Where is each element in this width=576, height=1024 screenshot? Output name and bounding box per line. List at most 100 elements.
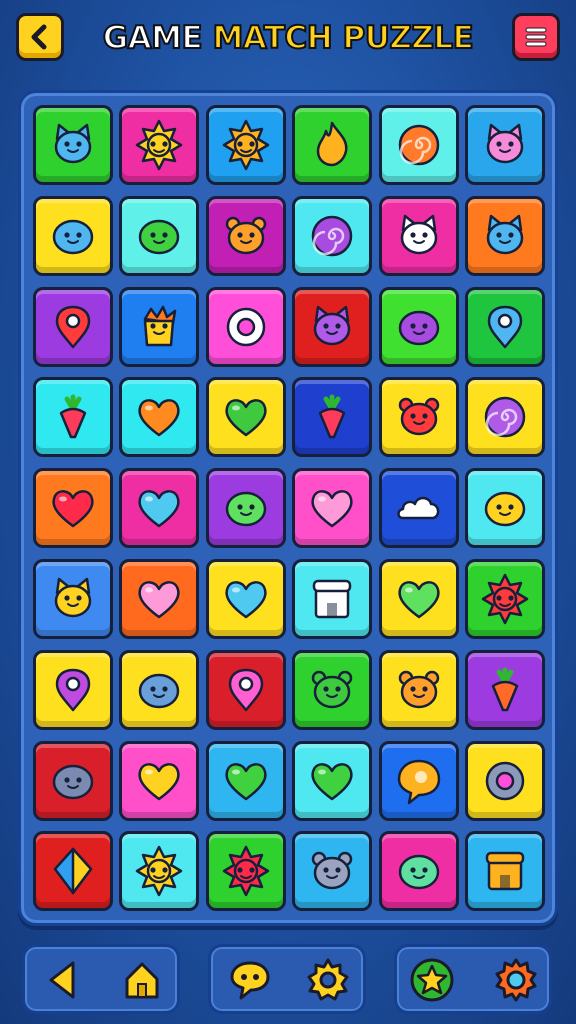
game-tile[interactable] bbox=[205, 831, 286, 912]
game-tile[interactable] bbox=[119, 740, 200, 821]
chat-button[interactable] bbox=[225, 955, 275, 1005]
pink-heart-icon bbox=[311, 490, 353, 528]
game-tile[interactable] bbox=[205, 286, 286, 367]
menu-button[interactable] bbox=[512, 13, 560, 61]
top-bar: GAME MATCH PUZZLE bbox=[0, 0, 576, 80]
settings-sun-button[interactable] bbox=[303, 955, 353, 1005]
game-tile[interactable] bbox=[465, 831, 545, 912]
game-tile[interactable] bbox=[378, 740, 459, 821]
game-tile[interactable] bbox=[33, 105, 113, 185]
game-tile[interactable] bbox=[119, 649, 200, 730]
game-tile[interactable] bbox=[119, 468, 200, 549]
home-button[interactable] bbox=[117, 955, 167, 1005]
red-radish-icon bbox=[318, 394, 346, 439]
game-tile[interactable] bbox=[119, 377, 200, 458]
white-gear-ring-icon bbox=[226, 307, 266, 346]
game-tile[interactable] bbox=[119, 286, 200, 367]
back-button[interactable] bbox=[16, 13, 64, 61]
green-round-face-icon bbox=[225, 491, 267, 527]
game-tile[interactable] bbox=[205, 468, 286, 549]
game-tile[interactable] bbox=[33, 195, 113, 276]
orange-bear-face-icon bbox=[398, 670, 439, 709]
pink-pig-face-icon bbox=[486, 123, 524, 164]
title-part-game: GAME bbox=[102, 19, 204, 57]
game-tile[interactable] bbox=[292, 468, 373, 549]
green-heart-icon bbox=[225, 762, 267, 800]
pink-gem-icon bbox=[228, 668, 264, 712]
home-icon bbox=[125, 962, 159, 999]
red-flower-face-icon bbox=[222, 846, 270, 897]
game-tile[interactable] bbox=[205, 195, 286, 276]
game-tile[interactable] bbox=[465, 105, 545, 185]
orange-sun-face-icon bbox=[222, 119, 270, 171]
game-tile[interactable] bbox=[119, 195, 200, 276]
blue-pin-bubble-icon bbox=[487, 305, 523, 348]
game-tile[interactable] bbox=[378, 559, 459, 639]
blue-seal-face-icon bbox=[139, 673, 180, 709]
chat-bubble-icon bbox=[230, 961, 270, 1000]
game-tile[interactable] bbox=[205, 105, 286, 185]
game-tile[interactable] bbox=[205, 377, 286, 458]
game-tile[interactable] bbox=[119, 559, 200, 639]
arrow-left-button[interactable] bbox=[39, 955, 89, 1005]
game-tile[interactable] bbox=[378, 105, 459, 185]
game-tile[interactable] bbox=[292, 559, 373, 639]
game-tile[interactable] bbox=[378, 831, 459, 912]
game-tile[interactable] bbox=[119, 105, 200, 185]
purple-cat-face-icon bbox=[313, 305, 351, 345]
gray-seal-face-icon bbox=[52, 764, 94, 799]
game-tile[interactable] bbox=[205, 559, 286, 639]
game-tile[interactable] bbox=[465, 559, 545, 639]
game-tile[interactable] bbox=[292, 740, 373, 821]
page-title: GAME MATCH PUZZLE bbox=[80, 18, 496, 58]
game-tile[interactable] bbox=[205, 740, 286, 821]
gray-ring-icon bbox=[485, 761, 525, 800]
game-tile[interactable] bbox=[119, 831, 200, 912]
game-tile[interactable] bbox=[292, 195, 373, 276]
yellow-blob-face-icon bbox=[484, 491, 526, 527]
game-tile[interactable] bbox=[292, 377, 373, 458]
red-star-face-icon bbox=[481, 573, 529, 625]
game-tile[interactable] bbox=[33, 468, 113, 549]
gear-button[interactable] bbox=[491, 955, 541, 1005]
game-tile[interactable] bbox=[33, 831, 113, 912]
game-tile[interactable] bbox=[378, 649, 459, 730]
yellow-crown-face-icon bbox=[144, 305, 177, 346]
star-badge-icon bbox=[410, 958, 454, 1002]
bottom-panel-rewards bbox=[394, 944, 552, 1014]
green-heart-star-icon bbox=[397, 581, 440, 619]
game-tile[interactable] bbox=[378, 468, 459, 549]
purple-bird-face-icon bbox=[398, 310, 439, 345]
game-tile[interactable] bbox=[465, 740, 545, 821]
game-tile[interactable] bbox=[378, 195, 459, 276]
green-alien-face-icon bbox=[398, 855, 439, 890]
game-tile[interactable] bbox=[33, 740, 113, 821]
game-tile[interactable] bbox=[205, 649, 286, 730]
game-tile[interactable] bbox=[292, 286, 373, 367]
pink-heart-icon bbox=[138, 581, 181, 619]
game-tile[interactable] bbox=[465, 649, 545, 730]
title-part-match-puzzle: MATCH PUZZLE bbox=[211, 19, 474, 57]
game-tile[interactable] bbox=[292, 649, 373, 730]
blue-yellow-kite-icon bbox=[53, 848, 93, 895]
red-heart-icon bbox=[52, 490, 94, 528]
green-blob-face-icon bbox=[139, 219, 180, 255]
game-tile[interactable] bbox=[378, 377, 459, 458]
game-tile[interactable] bbox=[33, 377, 113, 458]
arrow-left-icon bbox=[49, 961, 75, 999]
game-tile[interactable] bbox=[378, 286, 459, 367]
orange-flame-icon bbox=[316, 121, 348, 167]
game-tile[interactable] bbox=[33, 649, 113, 730]
purple-swirl-bubble-icon bbox=[484, 397, 526, 438]
game-tile[interactable] bbox=[33, 559, 113, 639]
game-tile[interactable] bbox=[465, 286, 545, 367]
yellow-cat-face-icon bbox=[54, 577, 92, 618]
star-badge-button[interactable] bbox=[407, 955, 457, 1005]
game-tile[interactable] bbox=[292, 831, 373, 912]
game-tile[interactable] bbox=[33, 286, 113, 367]
game-tile[interactable] bbox=[465, 195, 545, 276]
game-tile[interactable] bbox=[292, 105, 373, 185]
game-tile[interactable] bbox=[465, 377, 545, 458]
yellow-sunflower-icon bbox=[136, 846, 183, 897]
game-tile[interactable] bbox=[465, 468, 545, 549]
